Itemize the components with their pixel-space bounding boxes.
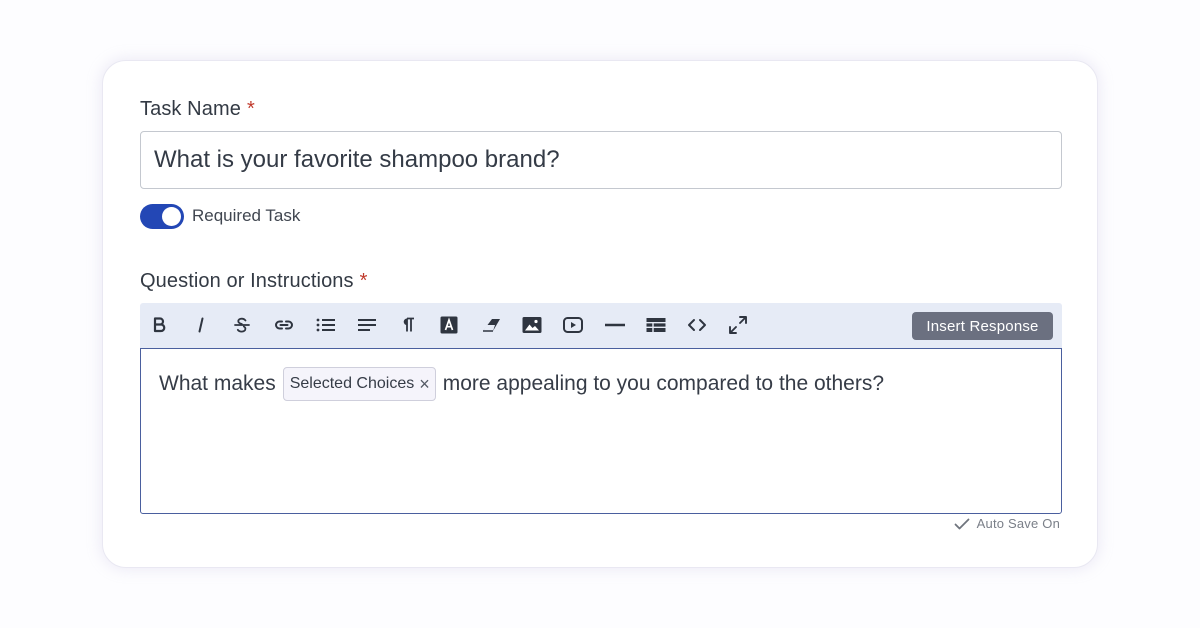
italic-icon — [198, 317, 204, 333]
required-task-row: Required Task — [140, 203, 300, 229]
task-name-label-text: Task Name — [140, 98, 241, 120]
strikethrough-icon — [234, 317, 250, 333]
toggle-knob — [162, 206, 181, 226]
align-button[interactable] — [354, 312, 380, 338]
image-button[interactable] — [519, 312, 545, 338]
paragraph-button[interactable] — [395, 312, 421, 338]
horizontal-rule-icon — [605, 323, 625, 327]
text-color-button[interactable] — [436, 312, 462, 338]
required-asterisk: * — [359, 270, 368, 292]
task-form-card: Task Name* Required Task Question or Ins… — [102, 60, 1098, 568]
checkmark-icon — [954, 518, 970, 529]
required-asterisk: * — [246, 98, 255, 120]
task-name-input[interactable] — [140, 131, 1062, 189]
editor-toolbar: Insert Response — [140, 303, 1062, 348]
rich-text-editor: Insert Response What makes Selected Choi… — [140, 303, 1062, 514]
fullscreen-button[interactable] — [725, 312, 751, 338]
auto-save-label: Auto Save On — [976, 516, 1060, 531]
bold-icon — [153, 317, 166, 333]
question-label: Question or Instructions * — [140, 270, 368, 293]
chip-close-icon[interactable]: × — [419, 375, 430, 393]
task-name-label: Task Name * — [140, 98, 255, 121]
insert-response-button[interactable]: Insert Response — [912, 312, 1053, 340]
eraser-icon — [483, 319, 500, 332]
bulleted-list-button[interactable] — [313, 312, 339, 338]
eraser-button[interactable] — [478, 312, 504, 338]
code-view-button[interactable] — [684, 312, 710, 338]
auto-save-status: Auto Save On — [954, 516, 1060, 531]
table-icon — [646, 318, 666, 332]
video-button[interactable] — [560, 312, 586, 338]
video-icon — [563, 317, 583, 333]
link-icon — [275, 320, 293, 330]
question-label-text: Question or Instructions — [140, 270, 354, 292]
align-icon — [358, 319, 376, 331]
fullscreen-icon — [729, 316, 747, 334]
required-task-label: Required Task — [192, 206, 301, 225]
link-button[interactable] — [271, 312, 297, 338]
table-button[interactable] — [643, 312, 669, 338]
strikethrough-button[interactable] — [229, 312, 255, 338]
bold-button[interactable] — [146, 312, 172, 338]
editor-text-line: What makes Selected Choices × more appea… — [159, 367, 884, 401]
text-color-icon — [440, 316, 458, 334]
image-icon — [522, 317, 542, 333]
paragraph-icon — [403, 317, 414, 332]
selected-choices-chip[interactable]: Selected Choices × — [282, 367, 436, 401]
editor-text-after: more appealing to you compared to the ot… — [442, 372, 885, 395]
italic-button[interactable] — [188, 312, 214, 338]
code-view-icon — [688, 319, 706, 331]
bulleted-list-icon — [316, 318, 335, 332]
required-task-toggle[interactable] — [140, 203, 184, 229]
editor-text-before: What makes — [159, 372, 276, 395]
horizontal-rule-button[interactable] — [602, 312, 628, 338]
chip-label: Selected Choices — [289, 375, 415, 392]
editor-content-area[interactable]: What makes Selected Choices × more appea… — [140, 348, 1062, 514]
